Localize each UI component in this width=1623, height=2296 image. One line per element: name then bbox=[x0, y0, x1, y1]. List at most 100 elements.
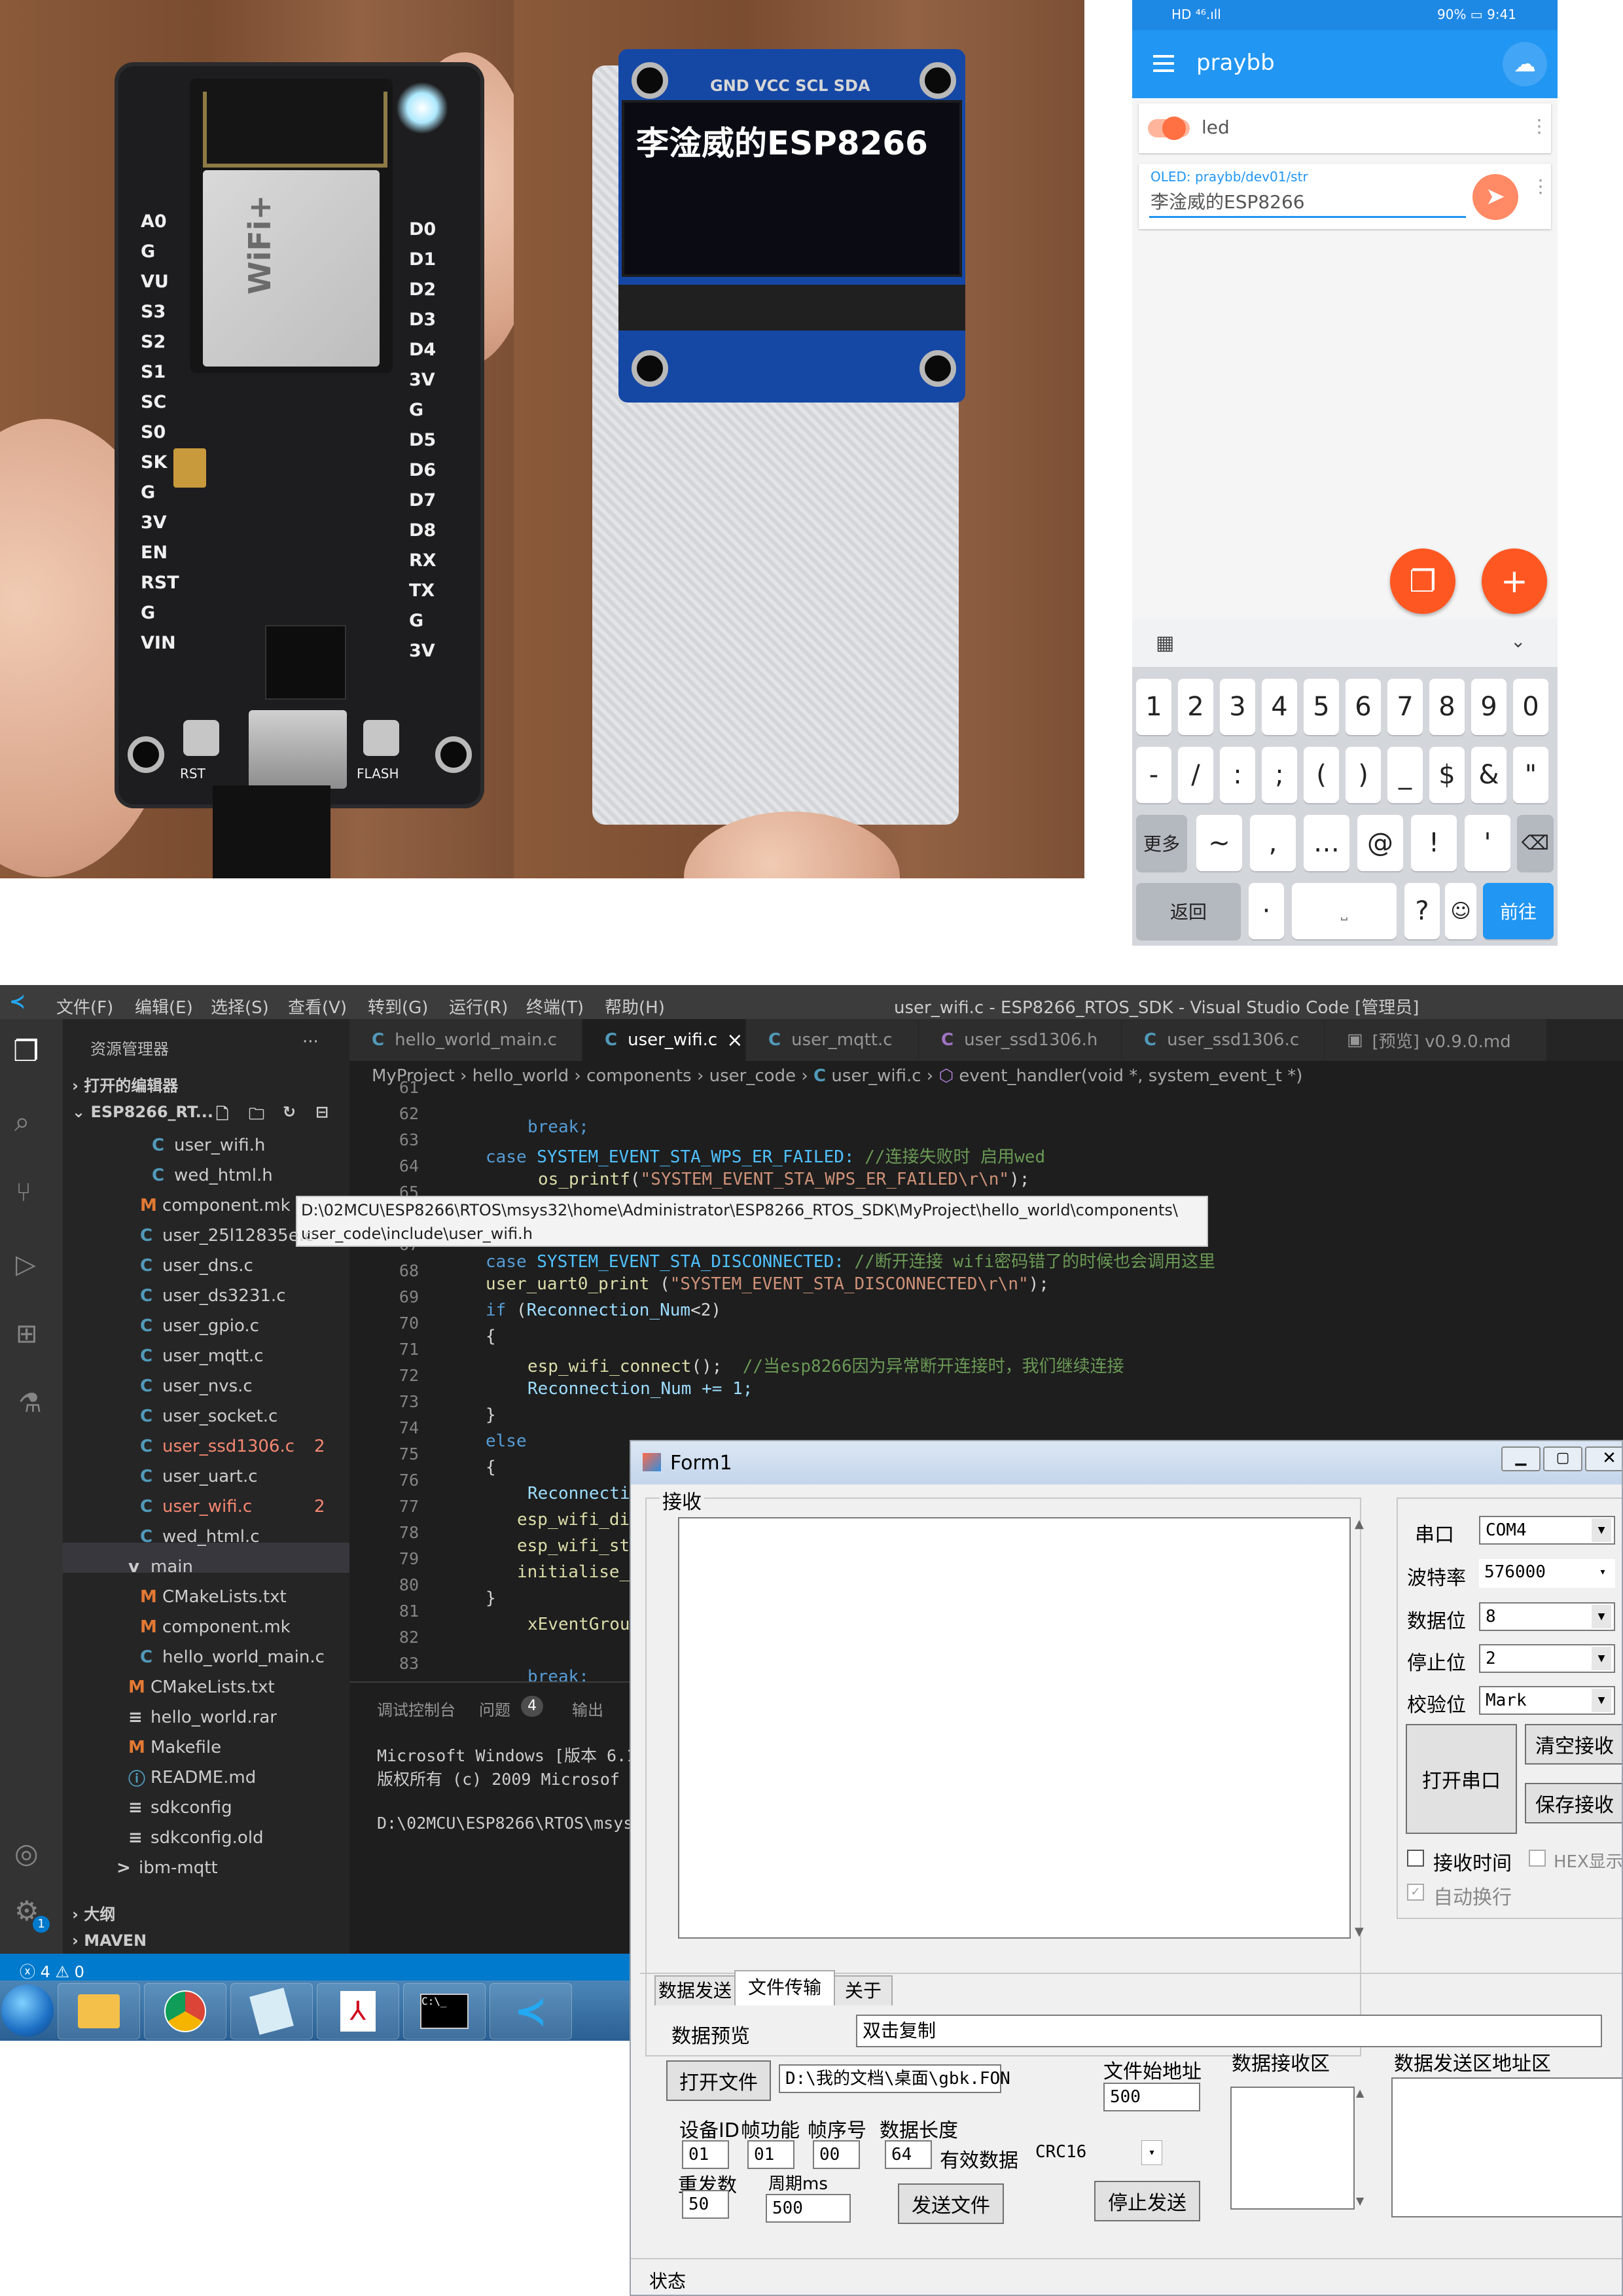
tab-file-transfer[interactable]: 文件传输 bbox=[734, 1970, 835, 2005]
menu-selection[interactable]: 选择(S) bbox=[211, 994, 269, 1018]
tab-user-ssd1306-c[interactable]: Cuser_ssd1306.c bbox=[1122, 1019, 1325, 1061]
recv-area-box[interactable] bbox=[1230, 2087, 1355, 2210]
receive-scrollbar[interactable]: ▲ ▼ bbox=[1355, 1517, 1372, 1939]
menu-help[interactable]: 帮助(H) bbox=[605, 994, 665, 1018]
key[interactable]: - bbox=[1136, 747, 1171, 803]
tree-item[interactable]: Cuser_gpio.c bbox=[63, 1311, 349, 1341]
led-switch[interactable] bbox=[1148, 117, 1190, 140]
add-fab-icon[interactable]: + bbox=[1482, 548, 1547, 614]
data-len-field[interactable]: 64 bbox=[885, 2140, 932, 2169]
tree-item[interactable]: ⓘ README.md bbox=[63, 1763, 349, 1793]
tab-user-mqtt[interactable]: Cuser_mqtt.c bbox=[746, 1019, 919, 1061]
key[interactable]: … bbox=[1304, 815, 1349, 871]
send-file-button[interactable]: 发送文件 bbox=[898, 2183, 1004, 2224]
key[interactable]: & bbox=[1471, 747, 1507, 803]
breadcrumb-item[interactable]: hello_world bbox=[473, 1066, 569, 1086]
stop-send-button[interactable]: 停止发送 bbox=[1094, 2181, 1200, 2221]
tab-hello-world-main[interactable]: Chello_world_main.c bbox=[349, 1019, 582, 1061]
extensions-icon[interactable]: ⊞ bbox=[16, 1319, 38, 1349]
key[interactable]: 3 bbox=[1220, 679, 1255, 735]
parity-select[interactable]: Mark ▼ bbox=[1479, 1686, 1615, 1715]
tree-item[interactable]: v main bbox=[63, 1552, 349, 1582]
pdf-taskbar-icon[interactable]: ⅄ bbox=[317, 1983, 399, 2039]
tree-item[interactable]: ≡ sdkconfig bbox=[63, 1793, 349, 1823]
explorer-more-icon[interactable]: ··· bbox=[302, 1032, 319, 1052]
menu-goto[interactable]: 转到(G) bbox=[368, 994, 428, 1018]
breadcrumb-item[interactable]: user_code bbox=[709, 1066, 796, 1086]
close-icon[interactable]: × bbox=[726, 1029, 743, 1052]
dot-key[interactable]: · bbox=[1249, 883, 1284, 939]
period-field[interactable]: 500 bbox=[766, 2194, 851, 2223]
tree-item[interactable]: ≡ sdkconfig.old bbox=[63, 1823, 349, 1853]
valid-data-select[interactable]: CRC16 ▾ bbox=[1030, 2139, 1165, 2168]
key[interactable]: : bbox=[1220, 747, 1255, 803]
baud-select[interactable]: 576000 ▾ bbox=[1479, 1559, 1615, 1588]
key[interactable]: / bbox=[1178, 747, 1213, 803]
frame-seq-field[interactable]: 00 bbox=[813, 2140, 860, 2169]
tree-item[interactable]: Cuser_socket.c bbox=[63, 1401, 349, 1431]
problems-status[interactable]: ⓧ 4 ⚠ 0 bbox=[20, 1959, 84, 1982]
preview-field[interactable]: 双击复制 bbox=[856, 2015, 1602, 2047]
menu-icon[interactable] bbox=[1153, 55, 1174, 72]
breadcrumb-item[interactable]: user_wifi.c bbox=[831, 1066, 921, 1086]
refresh-icon[interactable]: ↻ bbox=[283, 1103, 296, 1121]
key[interactable]: 9 bbox=[1471, 679, 1507, 735]
tree-item[interactable]: Cuser_wifi.h bbox=[63, 1130, 349, 1160]
tree-item[interactable]: > ibm-mqtt bbox=[63, 1853, 349, 1883]
new-file-icon[interactable]: 🗋 bbox=[216, 1103, 228, 1130]
cloud-off-icon[interactable]: ☁ bbox=[1503, 42, 1547, 86]
more-vert-icon[interactable]: ⋮ bbox=[1530, 115, 1548, 137]
tree-item[interactable]: Cuser_uart.c bbox=[63, 1462, 349, 1492]
vscode-taskbar-icon[interactable]: ≺ bbox=[490, 1983, 572, 2039]
copy-fab-icon[interactable]: ❐ bbox=[1390, 548, 1455, 614]
open-editors-section[interactable]: › 打开的编辑器 bbox=[72, 1073, 178, 1096]
project-section[interactable]: ⌄ ESP8266_RT... 🗋 🗀 ↻ ⊟ bbox=[72, 1103, 347, 1123]
testing-icon[interactable]: ⚗ bbox=[18, 1388, 42, 1418]
menu-run[interactable]: 运行(R) bbox=[449, 994, 508, 1018]
hex-display-checkbox[interactable] bbox=[1529, 1850, 1546, 1867]
close-window-icon[interactable]: ✕ bbox=[1585, 1446, 1622, 1471]
key[interactable]: 1 bbox=[1136, 679, 1171, 735]
tree-item[interactable]: Mcomponent.mk bbox=[63, 1191, 349, 1221]
key[interactable]: 7 bbox=[1387, 679, 1423, 735]
device-id-field[interactable]: 01 bbox=[682, 2140, 729, 2169]
key[interactable]: _ bbox=[1387, 747, 1423, 803]
databits-select[interactable]: 8 ▼ bbox=[1479, 1602, 1615, 1631]
key[interactable]: 8 bbox=[1429, 679, 1465, 735]
emoji-key[interactable]: ☺ bbox=[1445, 883, 1476, 939]
tree-item[interactable]: Cuser_ds3231.c bbox=[63, 1281, 349, 1311]
account-icon[interactable]: ◎ bbox=[14, 1837, 39, 1869]
go-key[interactable]: 前往 bbox=[1483, 883, 1554, 939]
resend-field[interactable]: 50 bbox=[682, 2190, 729, 2219]
key[interactable]: ; bbox=[1262, 747, 1297, 803]
new-folder-icon[interactable]: 🗀 bbox=[249, 1103, 264, 1130]
key[interactable]: 5 bbox=[1304, 679, 1339, 735]
tree-item[interactable]: M CMakeLists.txt bbox=[63, 1672, 349, 1702]
key[interactable]: 0 bbox=[1513, 679, 1548, 735]
explorer-icon[interactable]: ❐ bbox=[13, 1035, 39, 1068]
outline-section[interactable]: › 大纲 bbox=[72, 1901, 115, 1924]
menu-file[interactable]: 文件(F) bbox=[56, 994, 113, 1018]
collapse-keyboard-icon[interactable]: ⌄ bbox=[1510, 630, 1525, 652]
open-port-button[interactable]: 打开串口 bbox=[1406, 1724, 1517, 1834]
key[interactable]: 6 bbox=[1346, 679, 1381, 735]
open-file-button[interactable]: 打开文件 bbox=[666, 2060, 771, 2101]
tab-about[interactable]: 关于 bbox=[834, 1975, 893, 2005]
breadcrumb-item[interactable]: event_handler(void *, system_event_t *) bbox=[959, 1066, 1302, 1086]
file-start-field[interactable]: 500 bbox=[1103, 2083, 1200, 2111]
more-vert-icon[interactable]: ⋮ bbox=[1531, 175, 1550, 197]
key[interactable]: ( bbox=[1304, 747, 1339, 803]
send-icon[interactable]: ➤ bbox=[1472, 174, 1518, 220]
tree-item[interactable]: Cwed_html.c bbox=[63, 1522, 349, 1552]
clear-receive-button[interactable]: 清空接收 bbox=[1525, 1724, 1622, 1765]
maven-section[interactable]: › MAVEN bbox=[72, 1931, 147, 1950]
tree-item[interactable]: Cuser_mqtt.c bbox=[63, 1341, 349, 1371]
tab-user-ssd1306-h[interactable]: Cuser_ssd1306.h bbox=[919, 1019, 1122, 1061]
more-key[interactable]: 更多 bbox=[1136, 815, 1187, 871]
menu-terminal[interactable]: 终端(T) bbox=[526, 994, 584, 1018]
key[interactable]: $ bbox=[1429, 747, 1465, 803]
tree-item[interactable]: Mcomponent.mk bbox=[63, 1612, 349, 1642]
source-control-icon[interactable]: ⑂ bbox=[16, 1177, 31, 1208]
tree-item[interactable]: Cuser_ssd1306.c 2 bbox=[63, 1431, 349, 1462]
tree-item[interactable]: Cuser_dns.c bbox=[63, 1251, 349, 1281]
